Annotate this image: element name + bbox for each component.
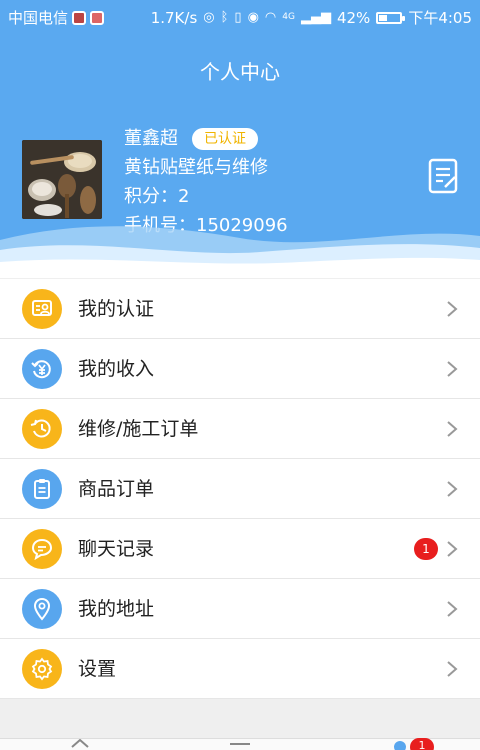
battery-percent: 42% [336,8,371,27]
menu-item-address[interactable]: 我的地址 [0,579,480,639]
notification-icon [72,10,87,25]
profile-header: 中国电信 1.7K/s ◎ ᛒ ▯ ◉ ◠ 4G ▂▄▆ 42% 下午4:05 … [0,0,480,278]
vibrate-icon: ▯ [234,10,242,25]
location-pin-icon [22,589,62,629]
network-speed: 1.7K/s [150,8,198,27]
status-left: 中国电信 [8,7,105,28]
header-wave [0,226,480,278]
location-icon: ◎ [203,10,215,25]
menu-item-settings[interactable]: 设置 [0,639,480,699]
wifi-icon: ◠ [264,10,277,25]
menu-item-chat-history[interactable]: 聊天记录 1 [0,519,480,579]
menu-item-label: 设置 [78,658,117,680]
menu-item-label: 维修/施工订单 [78,418,199,440]
signal-icon: ▂▄▆ [300,10,331,25]
tab-unread-badge: 1 [410,738,434,750]
carrier-name: 中国电信 [8,9,69,27]
network-type: 4G [282,12,295,22]
history-icon [22,409,62,449]
menu-item-label: 我的收入 [78,358,155,380]
avatar-image [22,140,102,219]
bluetooth-icon: ᛒ [220,10,229,25]
message-tab-icon[interactable] [392,739,408,750]
verified-badge: 已认证 [192,127,258,150]
menu-item-label: 商品订单 [78,478,155,500]
home-tab-icon[interactable] [70,739,90,750]
menu-item-repair-orders[interactable]: 维修/施工订单 [0,399,480,459]
name-row: 董鑫超 已认证 [124,124,310,153]
certificate-icon [22,289,62,329]
battery-fill [379,14,388,21]
status-bar: 中国电信 1.7K/s ◎ ᛒ ▯ ◉ ◠ 4G ▂▄▆ 42% 下午4:05 [0,0,480,34]
chevron-right-icon [447,301,458,317]
menu-item-label: 我的地址 [78,598,155,620]
eye-icon: ◉ [247,10,259,25]
page-title: 个人中心 [200,60,280,84]
battery-icon [376,11,406,24]
gear-icon [22,649,62,689]
chevron-right-icon [447,601,458,617]
menu-tab-icon[interactable] [228,739,252,750]
unread-badge: 1 [414,538,438,560]
clock: 下午4:05 [408,9,472,27]
menu-item-income[interactable]: 我的收入 [0,339,480,399]
bottom-tab-bar [0,738,480,750]
menu-item-product-orders[interactable]: 商品订单 [0,459,480,519]
income-icon [22,349,62,389]
points: 积分：2 [124,186,190,207]
menu-item-certification[interactable]: 我的认证 [0,279,480,339]
notification-icon [90,10,105,25]
status-right: 1.7K/s ◎ ᛒ ▯ ◉ ◠ 4G ▂▄▆ 42% 下午4:05 [151,7,472,28]
avatar[interactable] [22,140,102,219]
chevron-right-icon [447,541,458,557]
menu-item-label: 我的认证 [78,298,155,320]
chevron-right-icon [447,481,458,497]
user-name: 董鑫超 [124,128,178,149]
chevron-right-icon [447,421,458,437]
chat-icon [22,529,62,569]
clipboard-icon [22,469,62,509]
chevron-right-icon [447,361,458,377]
shop-name: 黄钻贴壁纸与维修 [124,157,268,178]
menu-list: 我的认证 我的收入 维修/施工订单 商品订单 聊天记录 1 我的地址 设置 [0,279,480,699]
edit-profile-icon[interactable] [428,158,460,194]
menu-item-label: 聊天记录 [78,538,155,560]
chevron-right-icon [447,661,458,677]
